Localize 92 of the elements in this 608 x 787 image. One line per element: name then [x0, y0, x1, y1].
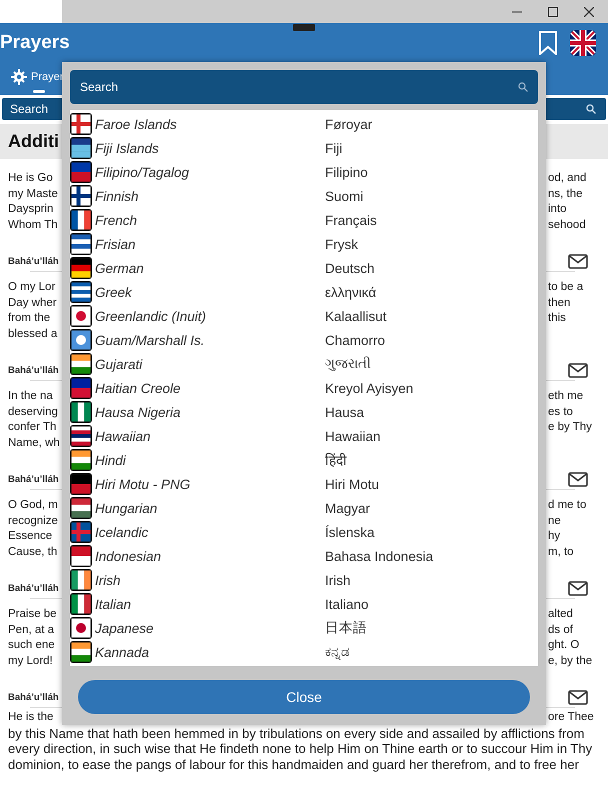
- prayer-text: eth me: [548, 389, 584, 404]
- language-item[interactable]: Faroe Islands Føroyar: [70, 112, 538, 136]
- language-item[interactable]: Indonesian Bahasa Indonesia: [70, 544, 538, 568]
- prayer-text: O my Lor: [8, 280, 56, 295]
- close-icon[interactable]: [584, 6, 594, 16]
- prayer-text: Cause, th: [8, 544, 58, 560]
- prayer-text: Daysprin: [8, 202, 54, 217]
- author-name: Bahá’u’lláh: [8, 364, 59, 376]
- search-field[interactable]: Search: [70, 70, 538, 104]
- prayer-text: then: [548, 296, 570, 310]
- language-item[interactable]: Hungarian Magyar: [70, 496, 538, 520]
- author-name: Bahá’u’lláh: [8, 474, 59, 484]
- prayer-text: Day wher: [8, 296, 57, 310]
- gear-icon: [11, 68, 27, 84]
- search-icon[interactable]: [586, 104, 596, 114]
- flag-icon: [70, 137, 92, 159]
- drag-handle-icon[interactable]: [293, 24, 315, 31]
- prayer-text: hy: [548, 529, 560, 544]
- prayer-text: Pen, at a: [8, 622, 54, 638]
- language-item[interactable]: Guam/Marshall Is. Chamorro: [70, 328, 538, 352]
- prayer-text: alted: [548, 607, 573, 622]
- prayer-text: ne: [548, 514, 561, 528]
- search-icon[interactable]: [518, 82, 528, 92]
- language-item[interactable]: Frisian Frysk: [70, 232, 538, 256]
- prayer-text: In the na: [8, 389, 53, 404]
- flag-icon: [70, 161, 92, 183]
- prayer-text: my Lord!: [8, 654, 53, 668]
- flag-icon[interactable]: [570, 30, 596, 56]
- prayer-text: by this Name that hath been hemmed in by tribulations on every side and assailed by afflictions from every direction, in such wise that He findeth none to help Him on Thine earth or to succour Him in Thy dominion, to ease the pangs of labour for this handmaiden and guard her therefrom, and to free her: [7, 726, 594, 772]
- prayer-text: e by Thy: [548, 420, 592, 435]
- prayer-text: from the: [8, 311, 50, 326]
- flag-icon: [70, 521, 92, 543]
- language-item[interactable]: Hausa Nigeria Hausa: [70, 400, 538, 424]
- bookmark-icon[interactable]: [538, 30, 558, 54]
- language-item[interactable]: Kannada ಕನ್ನಡ: [70, 640, 538, 664]
- prayer-text: this: [548, 311, 566, 326]
- prayer-text: recognize: [8, 514, 58, 528]
- maximize-icon[interactable]: [548, 6, 558, 16]
- flag-icon: [70, 473, 92, 495]
- prayer-text: such ene: [8, 638, 55, 653]
- prayer-text: ns, the: [548, 186, 583, 202]
- prayer-text: Essence: [8, 529, 52, 544]
- prayer-text: Praise be: [8, 607, 57, 622]
- close-button[interactable]: Close: [78, 680, 530, 714]
- prayer-text: es to: [548, 404, 573, 420]
- language-item[interactable]: Filipino/Tagalog Filipino: [70, 160, 538, 184]
- prayer-text: m, to: [548, 544, 574, 560]
- prayer-text: Name, wh: [8, 436, 60, 450]
- author-name: Bahá’u’lláh: [8, 582, 59, 594]
- language-item[interactable]: Gujarati ગુજરાતી: [70, 352, 538, 376]
- mail-icon[interactable]: [568, 362, 588, 378]
- language-item[interactable]: Irish Irish: [70, 568, 538, 592]
- mail-icon[interactable]: [568, 254, 588, 268]
- prayer-text: to be a: [548, 280, 584, 295]
- prayer-text: ght. O: [548, 638, 580, 653]
- language-item[interactable]: Hindi हिंदी: [70, 448, 538, 472]
- app-title: Prayers: [0, 32, 71, 54]
- prayer-text: my Maste: [8, 186, 58, 202]
- prayer-text: deserving: [8, 404, 58, 420]
- prayer-text: d me to: [548, 498, 586, 513]
- author-name: Bahá’u’lláh: [8, 692, 59, 702]
- language-item[interactable]: Greek ελληνικά: [70, 280, 538, 304]
- language-item[interactable]: Hiri Motu - PNG Hiri Motu: [70, 472, 538, 496]
- prayer-text: sehood: [548, 218, 586, 232]
- language-item[interactable]: Fiji Islands Fiji: [70, 136, 538, 160]
- flag-icon: [70, 257, 92, 279]
- prayer-text: He is the: [8, 710, 54, 725]
- language-item[interactable]: Icelandic Íslenska: [70, 520, 538, 544]
- language-item[interactable]: Finnish Suomi: [70, 184, 538, 208]
- prayer-text: od, and: [548, 171, 586, 186]
- prayer-text: blessed a: [8, 326, 58, 342]
- prayer-text: O God, m: [8, 498, 58, 513]
- language-item[interactable]: Hawaiian Hawaiian: [70, 424, 538, 448]
- language-item[interactable]: French Français: [70, 208, 538, 232]
- mail-icon[interactable]: [568, 472, 588, 486]
- language-item[interactable]: Greenlandic (Inuit) Kalaallisut: [70, 304, 538, 328]
- prayer-text: ore Thee: [548, 710, 594, 725]
- mail-icon[interactable]: [568, 690, 588, 704]
- section-heading: Additi: [8, 131, 59, 152]
- prayer-text: Whom Th: [8, 218, 58, 232]
- language-item[interactable]: Japanese 日本語: [70, 616, 538, 640]
- language-item[interactable]: German Deutsch: [70, 256, 538, 280]
- author-name: Bahá’u’lláh: [8, 256, 59, 266]
- mail-icon[interactable]: [568, 580, 588, 596]
- prayer-text: e, by the: [548, 654, 592, 668]
- prayer-text: into: [548, 202, 567, 217]
- language-item[interactable]: Haitian Creole Kreyol Ayisyen: [70, 376, 538, 400]
- prayer-text: ds of: [548, 622, 573, 638]
- flag-icon: [70, 377, 92, 399]
- prayer-text: confer Th: [8, 420, 56, 435]
- prayer-text: He is Go: [8, 171, 53, 186]
- language-item[interactable]: Italian Italiano: [70, 592, 538, 616]
